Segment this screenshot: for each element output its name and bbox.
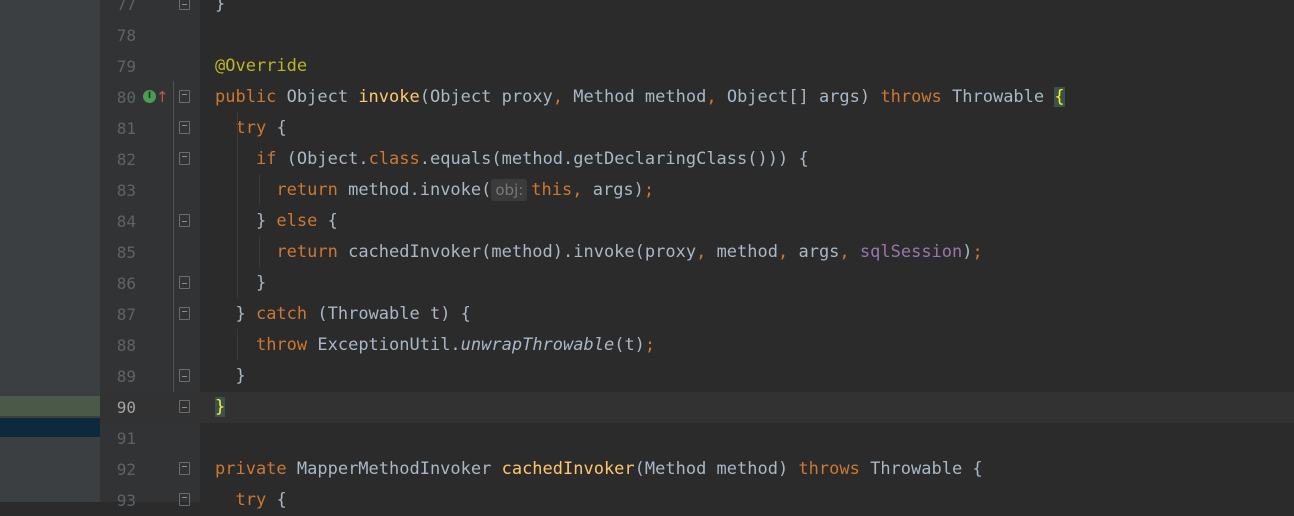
code-line-77[interactable]: 77}	[100, 0, 1294, 20]
implements-method-icon[interactable]: I	[143, 90, 156, 103]
code-line-86[interactable]: 86 }	[100, 268, 1294, 299]
code-line-87[interactable]: 87 } catch (Throwable t) {	[100, 299, 1294, 330]
line-number[interactable]: 92	[100, 454, 136, 485]
line-number[interactable]: 80	[100, 82, 136, 113]
fold-end-icon[interactable]	[179, 214, 190, 227]
fold-end-icon[interactable]	[179, 400, 190, 413]
code-text[interactable]: private MapperMethodInvoker cachedInvoke…	[215, 454, 983, 485]
code-line-81[interactable]: 81 try {	[100, 113, 1294, 144]
code-text[interactable]: return method.invoke(obj: this, args);	[215, 175, 654, 206]
code-text[interactable]: try {	[215, 113, 286, 144]
code-line-78[interactable]: 78	[100, 20, 1294, 51]
line-number[interactable]: 93	[100, 485, 136, 516]
code-text[interactable]: } else {	[215, 206, 338, 237]
code-line-93[interactable]: 93 try {	[100, 485, 1294, 516]
code-line-80[interactable]: 80 I ↑ public Object invoke(Object proxy, M…	[100, 82, 1294, 113]
line-number[interactable]: 86	[100, 268, 136, 299]
code-line-83[interactable]: 83 return method.invoke(obj: this, args);	[100, 175, 1294, 206]
code-line-82[interactable]: 82 if (Object.class.equals(method.getDec…	[100, 144, 1294, 175]
overrides-arrow-icon[interactable]: ↑	[156, 86, 169, 108]
fold-collapse-icon[interactable]	[179, 152, 190, 165]
line-number[interactable]: 84	[100, 206, 136, 237]
code-line-92[interactable]: 92 private MapperMethodInvoker cachedInvo…	[100, 454, 1294, 485]
code-text[interactable]: if (Object.class.equals(method.getDeclar…	[215, 144, 809, 175]
focused-item-highlight[interactable]	[0, 418, 100, 437]
code-line-91[interactable]: 91	[100, 423, 1294, 454]
line-number[interactable]: 91	[100, 423, 136, 454]
line-number[interactable]: 77	[100, 0, 136, 20]
fold-collapse-icon[interactable]	[179, 462, 190, 475]
code-text[interactable]: }	[215, 361, 245, 392]
line-number[interactable]: 88	[100, 330, 136, 361]
fold-collapse-icon[interactable]	[179, 121, 190, 134]
code-line-88[interactable]: 88 throw ExceptionUtil.unwrapThrowable(t…	[100, 330, 1294, 361]
code-line-85[interactable]: 85 return cachedInvoker(method).invoke(p…	[100, 237, 1294, 268]
line-number[interactable]: 79	[100, 51, 136, 82]
code-line-90[interactable]: 90}	[100, 392, 1294, 423]
code-text[interactable]: }	[215, 0, 225, 20]
code-text[interactable]: }	[215, 268, 266, 299]
line-number[interactable]: 89	[100, 361, 136, 392]
code-text[interactable]: public Object invoke(Object proxy, Metho…	[215, 82, 1065, 113]
indent-guide	[237, 329, 238, 360]
selected-item-highlight[interactable]	[0, 396, 100, 416]
code-text[interactable]: try {	[215, 485, 286, 516]
code-line-79[interactable]: 79 @Override	[100, 51, 1294, 82]
line-number[interactable]: 78	[100, 20, 136, 51]
code-line-84[interactable]: 84 } else {	[100, 206, 1294, 237]
indent-guide	[259, 174, 260, 205]
code-text[interactable]: } catch (Throwable t) {	[215, 299, 470, 330]
fold-collapse-icon[interactable]	[179, 493, 190, 506]
fold-end-icon[interactable]	[179, 276, 190, 289]
code-text[interactable]: }	[215, 392, 226, 423]
fold-end-icon[interactable]	[179, 369, 190, 382]
line-number[interactable]: 83	[100, 175, 136, 206]
line-number[interactable]: 87	[100, 299, 136, 330]
fold-end-icon[interactable]	[179, 0, 190, 10]
code-text[interactable]: throw ExceptionUtil.unwrapThrowable(t);	[215, 330, 655, 361]
code-text[interactable]: return cachedInvoker(method).invoke(prox…	[215, 237, 982, 268]
indent-guide	[259, 236, 260, 267]
indent-guide	[237, 112, 238, 298]
line-number[interactable]: 81	[100, 113, 136, 144]
code-text[interactable]: @Override	[215, 51, 307, 82]
fold-collapse-icon[interactable]	[179, 90, 190, 103]
code-line-89[interactable]: 89 }	[100, 361, 1294, 392]
fold-collapse-icon[interactable]	[179, 307, 190, 320]
line-number[interactable]: 90	[100, 392, 136, 423]
line-number[interactable]: 85	[100, 237, 136, 268]
project-panel[interactable]	[0, 0, 100, 502]
line-number[interactable]: 82	[100, 144, 136, 175]
